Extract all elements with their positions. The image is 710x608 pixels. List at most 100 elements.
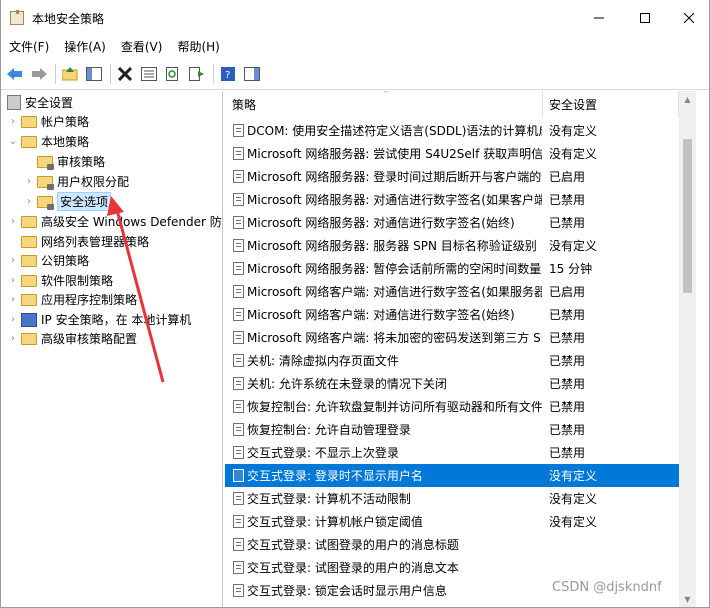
policy-row[interactable]: 交互式登录: 试图登录的用户的消息文本 <box>225 556 679 579</box>
export-list-button[interactable] <box>186 63 208 85</box>
tree-item-advanced-audit[interactable]: › 高级审核策略配置 <box>7 329 137 348</box>
scrollbar-thumb[interactable] <box>683 139 692 293</box>
policy-row[interactable]: Microsoft 网络服务器: 登录时间过期后断开与客户端的连接 已启用 <box>225 165 679 188</box>
up-one-level-button[interactable] <box>59 63 81 85</box>
delete-x-icon <box>118 66 132 81</box>
tree-item-local-policies[interactable]: ⌄ 本地策略 <box>7 132 89 151</box>
tree-item-security-options[interactable]: › 安全选项 <box>23 192 112 211</box>
policy-row[interactable]: DCOM: 使用安全描述符定义语言(SDDL)语法的计算机启动... 没有定义 <box>225 119 679 142</box>
policy-row[interactable]: 恢复控制台: 允许自动管理登录 已禁用 <box>225 418 679 441</box>
folder-lock-icon <box>37 155 54 170</box>
menu-action[interactable]: 操作(A) <box>56 36 113 58</box>
policy-row[interactable]: 交互式登录: 试图登录的用户的消息标题 <box>225 533 679 556</box>
folder-icon <box>21 115 37 128</box>
policy-setting: 没有定义 <box>549 239 598 253</box>
scroll-up-icon[interactable]: ▲ <box>679 91 696 108</box>
policy-row[interactable]: 交互式登录: 计算机不活动限制 没有定义 <box>225 487 679 510</box>
collapse-chevron-icon[interactable]: ⌄ <box>7 136 19 147</box>
policy-setting: 已禁用 <box>549 423 586 437</box>
policy-name: Microsoft 网络服务器: 对通信进行数字签名(始终) <box>247 216 515 230</box>
refresh-button[interactable] <box>162 63 184 85</box>
minimize-icon <box>594 17 604 19</box>
folder-icon <box>21 293 37 306</box>
vertical-scrollbar[interactable]: ▲ ▼ <box>679 91 696 607</box>
tree-item-user-rights[interactable]: › 用户权限分配 <box>23 172 129 191</box>
tree-item-defender-firewall[interactable]: › 高级安全 Windows Defender 防火墙 <box>7 212 222 231</box>
back-button[interactable] <box>4 63 26 85</box>
policy-row[interactable]: Microsoft 网络服务器: 服务器 SPN 目标名称验证级别 没有定义 <box>225 234 679 257</box>
expand-chevron-icon[interactable]: › <box>7 255 19 266</box>
tree-item-public-key[interactable]: › 公钥策略 <box>7 251 89 270</box>
policy-icon <box>233 239 244 252</box>
tree-item-label: 软件限制策略 <box>41 274 114 288</box>
policy-row[interactable]: 交互式登录: 不显示上次登录 已禁用 <box>225 441 679 464</box>
policy-setting: 已禁用 <box>549 354 586 368</box>
policy-icon <box>233 469 244 482</box>
tree-item-label: 用户权限分配 <box>57 175 130 189</box>
policy-row[interactable]: 恢复控制台: 允许软盘复制并访问所有驱动器和所有文件夹 已禁用 <box>225 395 679 418</box>
policy-icon <box>233 147 244 160</box>
folder-lock-icon <box>37 175 54 190</box>
tree-item-label: 应用程序控制策略 <box>41 293 138 307</box>
policy-name: Microsoft 网络客户端: 将未加密的密码发送到第三方 SMB ... <box>247 331 542 345</box>
tree-item-app-control[interactable]: › 应用程序控制策略 <box>7 290 137 309</box>
column-header-setting[interactable]: 安全设置 <box>543 91 679 117</box>
console-tree-icon <box>86 66 102 81</box>
menu-view[interactable]: 查看(V) <box>113 36 170 58</box>
policy-setting: 已禁用 <box>549 331 586 345</box>
help-icon: ? <box>221 66 235 81</box>
maximize-button[interactable] <box>623 0 667 36</box>
tree-item-software-restriction[interactable]: › 软件限制策略 <box>7 271 113 290</box>
policy-row[interactable]: Microsoft 网络服务器: 对通信进行数字签名(如果客户端允许) 已禁用 <box>225 188 679 211</box>
policy-setting: 没有定义 <box>549 515 598 529</box>
policy-row[interactable]: Microsoft 网络服务器: 暂停会话前所需的空闲时间数量 15 分钟 <box>225 257 679 280</box>
policy-row[interactable]: 交互式登录: 登录时不显示用户名 没有定义 <box>225 464 679 487</box>
window-title: 本地安全策略 <box>32 11 105 26</box>
console-tree: 安全设置 › 帐户策略 ⌄ 本地策略 审核策略 › 用户权限分配 › 安全选项 … <box>1 91 223 607</box>
menu-file[interactable]: 文件(F) <box>1 36 56 58</box>
policy-icon <box>233 124 244 137</box>
column-header-policy[interactable]: 策略 ^ <box>225 91 543 117</box>
policy-row[interactable]: Microsoft 网络服务器: 对通信进行数字签名(始终) 已禁用 <box>225 211 679 234</box>
show-hide-tree-button[interactable] <box>83 63 105 85</box>
policy-icon <box>233 354 244 367</box>
close-button[interactable] <box>667 0 709 36</box>
policy-row[interactable]: Microsoft 网络服务器: 尝试使用 S4U2Self 获取声明信息 没有定… <box>225 142 679 165</box>
toolbar-separator <box>213 63 214 84</box>
help-button[interactable]: ? <box>217 63 239 85</box>
expand-chevron-icon[interactable]: › <box>7 116 19 127</box>
app-icon <box>10 10 24 25</box>
tree-item-ip-security[interactable]: › IP 安全策略，在 本地计算机 <box>7 310 191 329</box>
show-action-pane-button[interactable] <box>241 63 263 85</box>
policy-setting: 已禁用 <box>549 377 586 391</box>
policy-name: Microsoft 网络服务器: 尝试使用 S4U2Self 获取声明信息 <box>247 147 542 161</box>
expand-chevron-icon[interactable]: › <box>23 176 35 187</box>
menu-help[interactable]: 帮助(H) <box>169 36 226 58</box>
expand-chevron-icon[interactable]: › <box>7 314 19 325</box>
expand-chevron-icon[interactable]: › <box>7 333 19 344</box>
delete-button[interactable] <box>114 63 136 85</box>
policy-row[interactable]: Microsoft 网络客户端: 对通信进行数字签名(始终) 已禁用 <box>225 303 679 326</box>
expand-chevron-icon[interactable]: › <box>7 294 19 305</box>
policy-setting: 已禁用 <box>549 400 586 414</box>
tree-item-label: 本地策略 <box>41 135 90 149</box>
policy-row[interactable]: 交互式登录: 计算机帐户锁定阈值 没有定义 <box>225 510 679 533</box>
policy-row[interactable]: 关机: 清除虚拟内存页面文件 已禁用 <box>225 349 679 372</box>
policy-row[interactable]: Microsoft 网络客户端: 将未加密的密码发送到第三方 SMB ... 已禁… <box>225 326 679 349</box>
tree-item-audit-policy[interactable]: 审核策略 <box>35 152 105 171</box>
policy-name: DCOM: 使用安全描述符定义语言(SDDL)语法的计算机启动... <box>247 124 542 138</box>
tree-item-account-policies[interactable]: › 帐户策略 <box>7 112 89 131</box>
properties-button[interactable] <box>138 63 160 85</box>
tree-item-security-settings[interactable]: 安全设置 <box>5 93 73 112</box>
tree-item-network-list[interactable]: 网络列表管理器策略 <box>19 232 149 251</box>
minimize-button[interactable] <box>577 0 621 36</box>
forward-button[interactable] <box>28 63 50 85</box>
expand-chevron-icon[interactable]: › <box>23 196 35 207</box>
policy-icon <box>233 331 244 344</box>
expand-chevron-icon[interactable]: › <box>7 216 19 227</box>
policy-row[interactable]: Microsoft 网络客户端: 对通信进行数字签名(如果服务器允许) 已启用 <box>225 280 679 303</box>
policy-row[interactable]: 关机: 允许系统在未登录的情况下关闭 已禁用 <box>225 372 679 395</box>
expand-chevron-icon[interactable]: › <box>7 275 19 286</box>
policy-name: 交互式登录: 登录时不显示用户名 <box>247 469 423 483</box>
scroll-down-icon[interactable]: ▼ <box>679 591 696 607</box>
